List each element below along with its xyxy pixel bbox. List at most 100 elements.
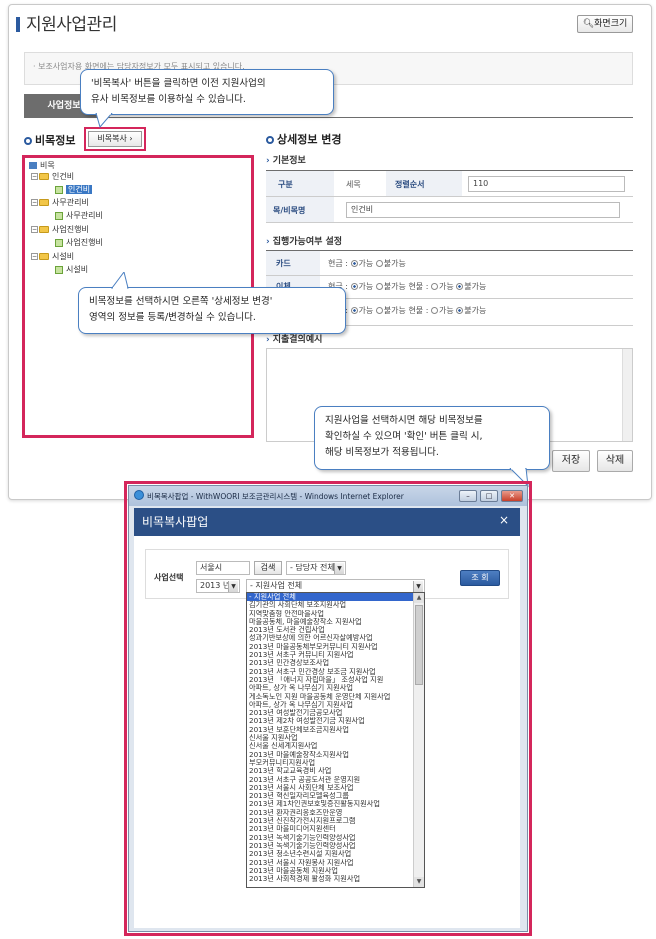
chevron-right-icon: › <box>266 156 270 166</box>
tree-item-project[interactable]: 사업진행비 <box>55 237 103 248</box>
dropdown-option[interactable]: 성과기반보상에 의한 어르신자살예방사업 <box>247 634 414 642</box>
row-divider <box>266 222 633 223</box>
dropdown-option[interactable]: 게소독노인 지원 마을공동체 운영단체 지원사업 <box>247 693 414 701</box>
chevron-down-icon: ▼ <box>413 581 423 592</box>
dropdown-option[interactable]: 부모커뮤니티지원사업 <box>247 759 414 767</box>
project-dropdown-list: - 지원사업 전체 김기관의 사회단체 보조지원사업 지역맞춤형 안전마을사업 마을공… <box>246 592 425 888</box>
tree-item-facility[interactable]: 시설비 <box>55 264 88 275</box>
dropdown-option[interactable]: 마을공동체, 마을예술창작소 지원사업 <box>247 618 414 626</box>
window-close-icon[interactable]: ✕ <box>501 490 523 502</box>
collapse-icon[interactable]: − <box>31 199 38 206</box>
order-label: 정렬순서 <box>395 180 425 189</box>
card-label: 카드 <box>276 259 291 268</box>
dropdown-option[interactable]: 2013년 서초구 민간경상 보조금 지원사업 <box>247 668 414 676</box>
left-section-title: 비목정보 <box>24 132 75 148</box>
dropdown-option[interactable]: 2013년 혁신일자리모델육성그룹 <box>247 792 414 800</box>
dropdown-option[interactable]: 2013년 환자권리옹호즈만운영 <box>247 809 414 817</box>
dropdown-option[interactable]: 2013년 학교교육경비 사업 <box>247 767 414 775</box>
dropdown-option[interactable]: 2013년 서초구 공공도서관 운영지원 <box>247 776 414 784</box>
popup-close-icon[interactable]: × <box>499 513 509 527</box>
dropdown-option[interactable]: 2013년 녹색기술기능인력양성사업 <box>247 834 414 842</box>
order-input[interactable]: 110 <box>468 176 625 192</box>
dropdown-option[interactable]: 2013년 마을미디어지원센터 <box>247 825 414 833</box>
collapse-icon[interactable]: − <box>31 253 38 260</box>
tree-group-project[interactable]: − 사업진행비 <box>31 224 89 235</box>
scroll-down-icon[interactable]: ▼ <box>414 877 424 887</box>
save-button[interactable]: 저장 <box>552 450 590 472</box>
query-button[interactable]: 조 회 <box>460 570 500 586</box>
title-marker <box>16 17 20 32</box>
dropdown-option[interactable]: 김기관의 사회단체 보조지원사업 <box>247 601 414 609</box>
scroll-thumb[interactable] <box>415 605 423 685</box>
dropdown-option[interactable]: 2013년 서울시 사회단체 보조사업 <box>247 784 414 792</box>
transfer-goods-ok-radio[interactable] <box>430 283 438 290</box>
page-title: 지원사업관리 <box>26 15 117 35</box>
third-goods-ok-radio[interactable] <box>430 307 438 314</box>
region-input[interactable]: 서울시 <box>196 561 250 575</box>
scroll-up-icon[interactable]: ▲ <box>414 593 424 603</box>
name-label: 목/비목명 <box>273 206 306 215</box>
dropdown-option[interactable]: 2013년 청소년수련시설 지원사업 <box>247 850 414 858</box>
dropdown-option[interactable]: 2013년 민간경상보조사업 <box>247 659 414 667</box>
dropdown-option[interactable]: 2013년 서초구 커뮤니티 지원사업 <box>247 651 414 659</box>
project-select[interactable]: - 지원사업 전체 ▼ <box>246 579 425 593</box>
third-goods-no-radio[interactable] <box>456 307 464 314</box>
dropdown-option[interactable]: 2013년 도서관 건립사업 <box>247 626 414 634</box>
dropdown-option[interactable]: 신서울 신세계지원사업 <box>247 742 414 750</box>
dropdown-option[interactable]: 2013년 마을공동체 지원사업 <box>247 867 414 875</box>
tree-group-facility[interactable]: − 시설비 <box>31 251 74 262</box>
transfer-cash-no-radio[interactable] <box>375 283 383 290</box>
dropdown-option[interactable]: 2013년 「애너지 자립마을」 조성사업 지원 <box>247 676 414 684</box>
folder-icon <box>39 199 49 206</box>
dropdown-option[interactable]: 2013년 녹색기술기능인력양성사업 <box>247 842 414 850</box>
memo-scrollbar[interactable] <box>622 349 632 441</box>
collapse-icon[interactable]: − <box>31 173 38 180</box>
category-value: 세목 <box>346 180 361 189</box>
section-ring-icon <box>266 136 274 144</box>
folder-icon <box>39 253 49 260</box>
card-cash-ok-radio[interactable] <box>350 260 358 267</box>
third-cash-no-radio[interactable] <box>375 307 383 314</box>
dropdown-option[interactable]: 2013년 신진작가전시지원프로그램 <box>247 817 414 825</box>
manager-select[interactable]: - 담당자 전체 ▼ <box>286 561 346 575</box>
transfer-goods-no-radio[interactable] <box>456 283 464 290</box>
dropdown-option[interactable]: - 지원사업 전체 <box>247 593 414 602</box>
year-select[interactable]: 2013 년 ▼ <box>196 579 240 593</box>
third-cash-ok-radio[interactable] <box>350 307 358 314</box>
callout-copy-tail <box>95 113 113 129</box>
minimize-icon[interactable]: – <box>459 490 477 502</box>
card-cash-no-radio[interactable] <box>375 260 383 267</box>
transfer-cash-ok-radio[interactable] <box>350 283 358 290</box>
tree-item-office[interactable]: 사무관리비 <box>55 210 103 221</box>
tree-item-labor[interactable]: 인건비 <box>55 184 93 195</box>
tree-root[interactable]: 비목 <box>29 160 55 171</box>
dropdown-option[interactable]: 신서울 지원사업 <box>247 734 414 742</box>
dropdown-option[interactable]: 아파트, 상가 옥 나무심기 지원사업 <box>247 684 414 692</box>
dropdown-option[interactable]: 아파트, 상가 옥 나무심기 지원사업 <box>247 701 414 709</box>
dropdown-option[interactable]: 2013년 마을예술창작소지원사업 <box>247 751 414 759</box>
callout-tree: 비목정보를 선택하시면 오른쪽 '상세정보 변경' 영역의 정보를 등록/변경하… <box>78 287 346 334</box>
dropdown-option[interactable]: 지역맞춤형 안전마을사업 <box>247 610 414 618</box>
row-divider <box>266 275 633 276</box>
callout-popup: 지원사업을 선택하시면 해당 비목정보를 확인하실 수 있으며 '확인' 버튼 … <box>314 406 550 470</box>
dropdown-option[interactable]: 2013년 서울시 자원봉사 지원사업 <box>247 859 414 867</box>
collapse-icon[interactable]: − <box>31 226 38 233</box>
dropdown-option[interactable]: 2013년 마을공동체부모커뮤니티 지원사업 <box>247 643 414 651</box>
dropdown-option[interactable]: 2013년 여성발전기금공모사업 <box>247 709 414 717</box>
dropdown-option[interactable]: 2013년 제1차인권보호및증진활동지원사업 <box>247 800 414 808</box>
tree-group-labor[interactable]: − 인건비 <box>31 171 74 182</box>
search-button[interactable]: 검색 <box>254 561 282 575</box>
dropdown-option[interactable]: 2013년 보훈단체보조금지원사업 <box>247 726 414 734</box>
tree-group-office[interactable]: − 사무관리비 <box>31 197 89 208</box>
document-icon <box>55 185 63 194</box>
delete-button[interactable]: 삭제 <box>597 450 633 472</box>
transfer-options: 현금 : 가능 불가능 현물 : 가능 불가능 <box>328 282 487 291</box>
screen-size-button[interactable]: 🔍︎화면크기 <box>577 15 633 33</box>
dropdown-scrollbar[interactable]: ▲ ▼ <box>413 593 424 887</box>
document-icon <box>55 211 63 220</box>
dropdown-option[interactable]: 2013년 제2차 여성발전기금 지원사업 <box>247 717 414 725</box>
copy-category-button[interactable]: 비목복사 › <box>88 131 142 147</box>
name-input[interactable]: 인건비 <box>346 202 620 218</box>
dropdown-option[interactable]: 2013년 사회적경제 활성화 지원사업 <box>247 875 414 883</box>
maximize-icon[interactable]: □ <box>480 490 498 502</box>
